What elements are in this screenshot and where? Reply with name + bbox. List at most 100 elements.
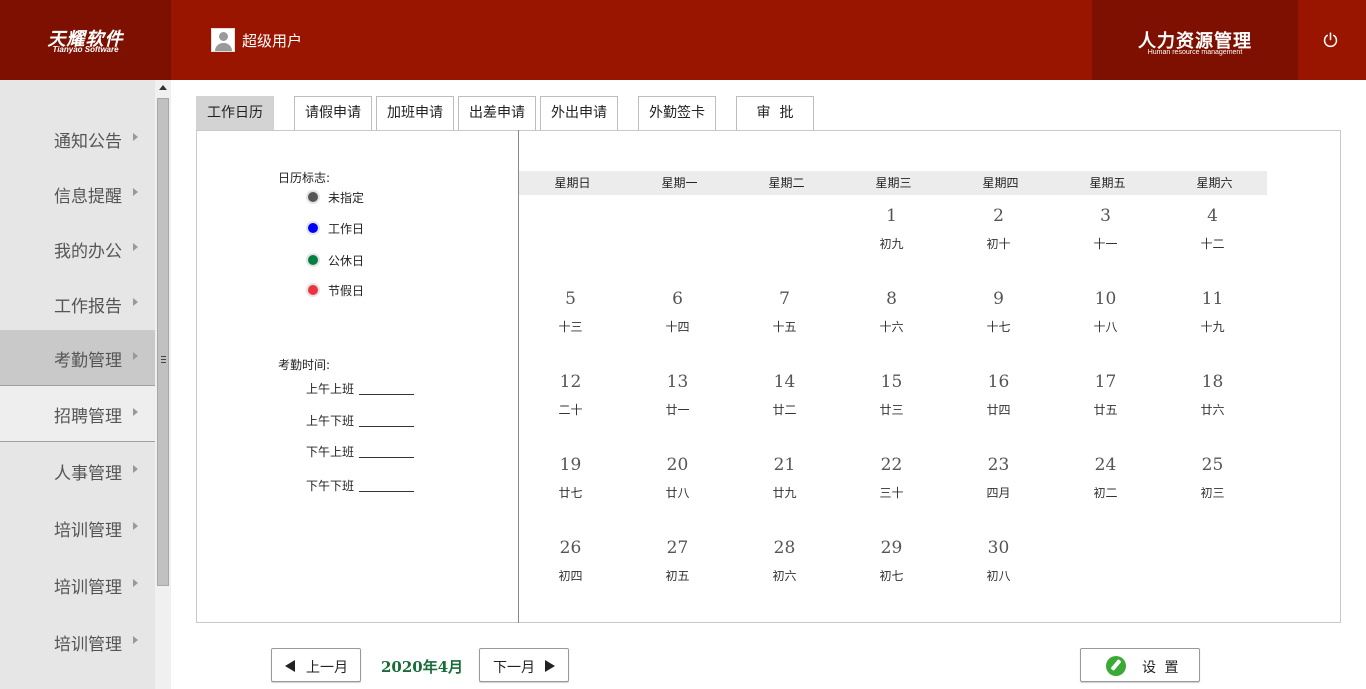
calendar-day[interactable]: 10 十八	[1052, 287, 1159, 335]
edit-icon	[1106, 656, 1126, 676]
weekday-label: 星期日	[554, 176, 591, 190]
sidebar-item-personnel[interactable]: 人事管理	[0, 443, 155, 498]
power-icon[interactable]	[1322, 31, 1339, 48]
legend-item-holiday: 节假日	[306, 282, 364, 298]
calendar-day[interactable]: 22 三十	[838, 453, 945, 501]
lunar-date: 初八	[986, 569, 1011, 583]
triangle-left-icon	[285, 660, 295, 672]
calendar-weekday-header: 星期日 星期一 星期二 星期三 星期四 星期五 星期六	[519, 171, 1267, 195]
tab-leave-request[interactable]: 请假申请	[294, 96, 372, 130]
calendar-day[interactable]: 19 廿七	[517, 453, 624, 501]
settings-label: 设 置	[1142, 660, 1181, 676]
user-name: 超级用户	[242, 31, 303, 50]
sidebar-item-label: 信息提醒	[54, 187, 122, 207]
scroll-up-icon[interactable]	[159, 85, 167, 90]
sidebar-item-attendance[interactable]: 考勤管理	[0, 330, 155, 385]
calendar-day[interactable]: 2 初十	[945, 204, 1052, 252]
lunar-date: 三十	[879, 486, 904, 500]
calendar-day[interactable]: 6 十四	[624, 287, 731, 335]
calendar-day[interactable]: 25 初三	[1159, 453, 1266, 501]
sidebar-scrollbar[interactable]	[155, 80, 171, 689]
calendar-day[interactable]: 23 四月	[945, 453, 1052, 501]
tab-field-checkin[interactable]: 外勤签卡	[638, 96, 716, 130]
calendar-day[interactable]: 20 廿八	[624, 453, 731, 501]
day-number: 2	[993, 206, 1004, 226]
day-number: 23	[987, 455, 1010, 475]
chevron-right-icon	[133, 352, 138, 360]
triangle-right-icon	[545, 660, 555, 672]
calendar-day[interactable]: 11 十九	[1159, 287, 1266, 335]
day-number: 20	[666, 455, 689, 475]
sidebar-item-training-1[interactable]: 培训管理	[0, 500, 155, 555]
attendance-label: 下午下班	[306, 479, 355, 493]
lunar-date: 廿七	[558, 486, 583, 500]
day-number: 27	[666, 538, 689, 558]
sidebar-item-recruitment[interactable]: 招聘管理	[0, 385, 155, 442]
day-number: 4	[1207, 206, 1218, 226]
calendar-day[interactable]: 27 初五	[624, 536, 731, 584]
lunar-date: 初五	[665, 569, 690, 583]
legend-label: 公休日	[328, 253, 365, 268]
attendance-row-afternoon-out: 下午下班	[306, 477, 414, 495]
lunar-date: 初十	[986, 237, 1011, 251]
lunar-date: 初三	[1200, 486, 1225, 500]
calendar-day[interactable]: 4 十二	[1159, 204, 1266, 252]
calendar-day[interactable]: 16 廿四	[945, 370, 1052, 418]
day-number: 26	[559, 538, 582, 558]
green-dot-icon	[306, 253, 320, 267]
calendar-day[interactable]: 14 廿二	[731, 370, 838, 418]
day-number: 13	[666, 372, 689, 392]
sidebar-item-my-office[interactable]: 我的办公	[0, 221, 155, 276]
next-month-button[interactable]: 下一月	[479, 648, 569, 682]
gray-dot-icon	[306, 190, 320, 204]
user-info[interactable]: 超级用户	[211, 28, 302, 52]
day-number: 24	[1094, 455, 1117, 475]
calendar-day[interactable]: 28 初六	[731, 536, 838, 584]
calendar-day[interactable]: 18 廿六	[1159, 370, 1266, 418]
calendar-day[interactable]: 17 廿五	[1052, 370, 1159, 418]
calendar-day[interactable]: 3 十一	[1052, 204, 1159, 252]
sidebar-item-notices[interactable]: 通知公告	[0, 111, 155, 166]
calendar-day[interactable]: 7 十五	[731, 287, 838, 335]
tab-approval[interactable]: 审 批	[736, 96, 814, 130]
logo[interactable]: 天耀软件 Tianyao Software	[0, 0, 171, 80]
weekday-label: 星期二	[768, 176, 805, 190]
settings-button[interactable]: 设 置	[1080, 648, 1200, 682]
sidebar-item-work-report[interactable]: 工作报告	[0, 276, 155, 331]
tab-outing-request[interactable]: 外出申请	[540, 96, 618, 130]
lunar-date: 廿三	[879, 403, 904, 417]
calendar-day[interactable]: 8 十六	[838, 287, 945, 335]
blue-dot-icon	[306, 221, 320, 235]
sidebar-item-reminders[interactable]: 信息提醒	[0, 166, 155, 221]
calendar-day[interactable]: 21 廿九	[731, 453, 838, 501]
calendar-day[interactable]: 24 初二	[1052, 453, 1159, 501]
lunar-date: 十二	[1200, 237, 1225, 251]
legend-label: 节假日	[328, 283, 365, 298]
sidebar-item-label: 人事管理	[54, 464, 122, 484]
chevron-right-icon	[133, 408, 138, 416]
tab-business-trip-request[interactable]: 出差申请	[458, 96, 536, 130]
calendar-day[interactable]: 30 初八	[945, 536, 1052, 584]
scroll-thumb[interactable]	[157, 98, 169, 586]
legend-label: 未指定	[328, 190, 365, 205]
day-number: 15	[880, 372, 903, 392]
sidebar: 通知公告 信息提醒 我的办公 工作报告 考勤管理 招聘管理 人事管理 培训管理 …	[0, 80, 155, 689]
calendar-day[interactable]: 26 初四	[517, 536, 624, 584]
calendar-day[interactable]: 13 廿一	[624, 370, 731, 418]
calendar-day[interactable]: 29 初七	[838, 536, 945, 584]
calendar-day[interactable]: 1 初九	[838, 204, 945, 252]
lunar-date: 廿一	[665, 403, 690, 417]
sidebar-item-training-3[interactable]: 培训管理	[0, 614, 155, 669]
calendar-day[interactable]: 12 二十	[517, 370, 624, 418]
tab-work-calendar[interactable]: 工作日历	[196, 96, 274, 130]
calendar-day[interactable]: 5 十三	[517, 287, 624, 335]
chevron-right-icon	[133, 465, 138, 473]
tab-overtime-request[interactable]: 加班申请	[376, 96, 454, 130]
calendar-day[interactable]: 9 十七	[945, 287, 1052, 335]
attendance-row-afternoon-in: 下午上班	[306, 443, 414, 461]
attendance-value-line	[359, 394, 414, 395]
attendance-value-line	[359, 457, 414, 458]
prev-month-button[interactable]: 上一月	[271, 648, 361, 682]
calendar-day[interactable]: 15 廿三	[838, 370, 945, 418]
sidebar-item-training-2[interactable]: 培训管理	[0, 557, 155, 612]
